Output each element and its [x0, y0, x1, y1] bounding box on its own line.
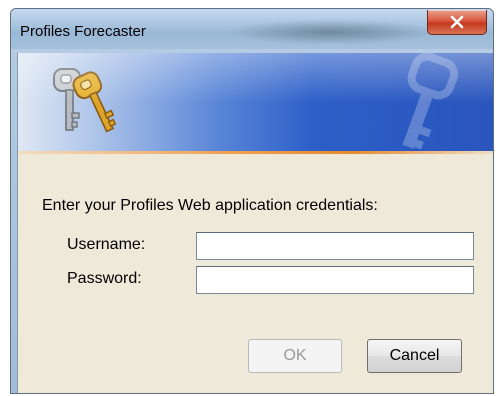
keys-icon	[53, 68, 117, 133]
banner-accent-line	[18, 151, 493, 154]
ok-button[interactable]: OK	[248, 339, 342, 373]
username-input[interactable]	[196, 232, 474, 260]
close-icon	[450, 15, 464, 29]
username-label: Username:	[67, 236, 146, 253]
dialog-window: Profiles Forecaster Enter your Profiles …	[10, 8, 494, 394]
cancel-button[interactable]: Cancel	[367, 339, 462, 373]
credentials-prompt: Enter your Profiles Web application cred…	[42, 197, 378, 214]
close-button[interactable]	[427, 10, 487, 35]
dialog-client: Enter your Profiles Web application cred…	[17, 53, 493, 393]
title-bar[interactable]: Profiles Forecaster	[11, 9, 493, 49]
header-banner	[18, 53, 493, 151]
password-label: Password:	[67, 270, 142, 287]
keys-watermark-icon	[402, 53, 459, 150]
password-input[interactable]	[196, 266, 474, 294]
window-title: Profiles Forecaster	[20, 23, 146, 40]
titlebar-shade	[226, 19, 436, 45]
